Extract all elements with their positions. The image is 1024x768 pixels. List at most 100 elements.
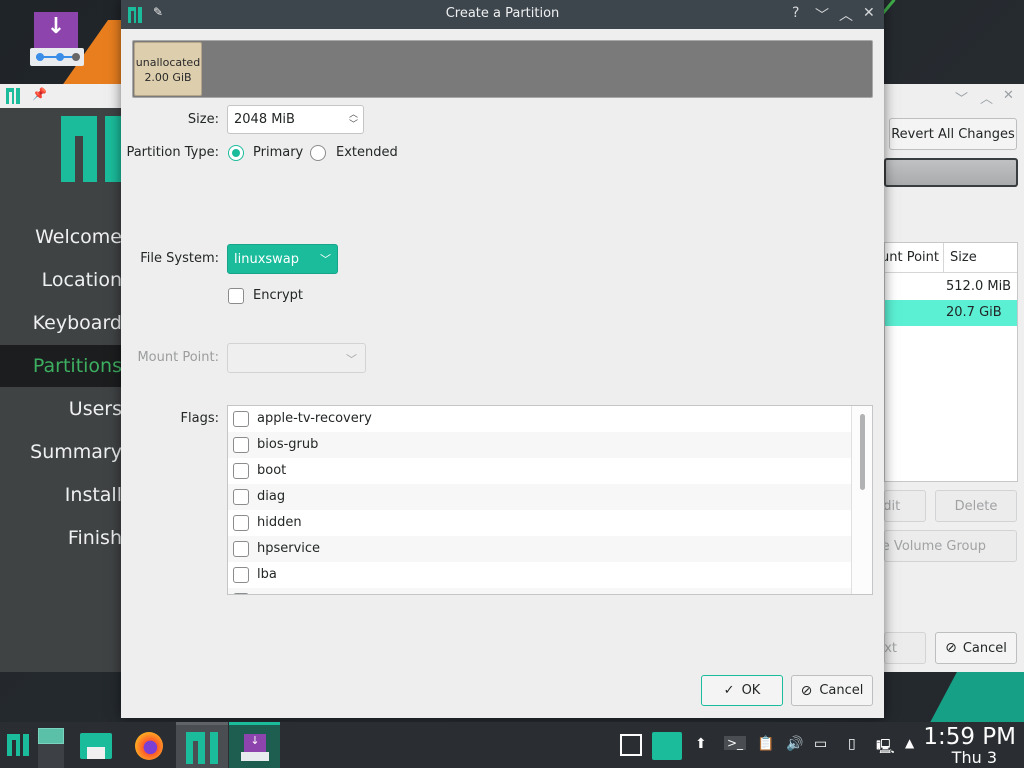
ok-button[interactable]: ✓ OK bbox=[701, 675, 783, 706]
pager-button[interactable] bbox=[38, 722, 64, 768]
flag-item[interactable]: hidden bbox=[228, 510, 851, 536]
flag-checkbox[interactable] bbox=[233, 437, 249, 453]
primary-label[interactable]: Primary bbox=[253, 145, 303, 160]
trash-icon[interactable] bbox=[652, 732, 682, 760]
flag-checkbox[interactable] bbox=[233, 593, 249, 594]
flag-item[interactable]: lba bbox=[228, 562, 851, 588]
disk-partition-bar: unallocated 2.00 GiB bbox=[132, 40, 873, 98]
spin-up-icon[interactable]: ︿ bbox=[349, 111, 358, 120]
taskbar: ↓ ⬆ >_ 📋 🔊 ▭ ▯ 🖳 ▲ 1:59 PM Thu 3 bbox=[0, 722, 1024, 768]
battery-icon[interactable]: ▭ bbox=[814, 736, 827, 752]
file-system-label: File System: bbox=[140, 251, 219, 266]
dialog-titlebar[interactable]: ✎ Create a Partition ? ﹀ ︿ ✕ bbox=[121, 0, 884, 29]
network-icon[interactable]: 🖳 bbox=[876, 736, 895, 760]
taskbar-create-partition-window[interactable]: ↓ bbox=[229, 722, 280, 768]
sidebar-item-finish: Finish bbox=[67, 527, 122, 549]
chevron-down-icon: ﹀ bbox=[346, 353, 357, 366]
installer-cancel-button[interactable]: ⊘ Cancel bbox=[935, 632, 1017, 664]
flag-item[interactable]: hpservice bbox=[228, 536, 851, 562]
flag-item[interactable]: boot bbox=[228, 458, 851, 484]
help-icon[interactable]: ? bbox=[792, 5, 799, 21]
firefox-icon[interactable] bbox=[133, 722, 165, 768]
sidebar-item-partitions: Partitions bbox=[0, 345, 122, 387]
flag-item[interactable]: bios-grub bbox=[228, 432, 851, 458]
pin-icon[interactable]: 📌 bbox=[32, 87, 47, 101]
partition-type-label: Partition Type: bbox=[126, 145, 219, 160]
flag-checkbox[interactable] bbox=[233, 463, 249, 479]
date[interactable]: Thu 3 bbox=[952, 748, 997, 767]
flag-checkbox[interactable] bbox=[233, 515, 249, 531]
cancel-button[interactable]: ⊘ Cancel bbox=[791, 675, 873, 706]
flags-list[interactable]: apple-tv-recovery bios-grub boot diag hi… bbox=[227, 405, 873, 595]
sidebar-item-users: Users bbox=[68, 398, 122, 420]
sidebar-item-summary: Summary bbox=[30, 441, 122, 463]
mount-point-dropdown: ﹀ bbox=[227, 343, 366, 373]
size-label: Size: bbox=[187, 112, 219, 127]
spin-down-icon[interactable]: ﹀ bbox=[349, 121, 358, 130]
show-hidden-icons-icon[interactable]: ▲ bbox=[905, 736, 914, 750]
cell-size: 512.0 MiB bbox=[946, 279, 1012, 294]
cell-size: 20.7 GiB bbox=[946, 305, 1002, 320]
terminal-icon[interactable]: >_ bbox=[724, 736, 747, 750]
unallocated-segment[interactable]: unallocated 2.00 GiB bbox=[134, 42, 202, 96]
delete-button: Delete bbox=[935, 490, 1017, 522]
close-icon[interactable]: ✕ bbox=[863, 5, 875, 21]
clipboard-icon[interactable]: 📋 bbox=[757, 736, 774, 752]
extended-label[interactable]: Extended bbox=[336, 145, 398, 160]
disk-usage-bar bbox=[884, 158, 1018, 187]
removable-devices-icon[interactable]: ▯ bbox=[848, 736, 856, 752]
mount-point-label: Mount Point: bbox=[137, 350, 219, 365]
flag-checkbox[interactable] bbox=[233, 411, 249, 427]
encrypt-checkbox[interactable] bbox=[228, 288, 244, 304]
sidebar-item-keyboard: Keyboard bbox=[32, 312, 122, 334]
table-row[interactable]: 512.0 MiB bbox=[885, 274, 1017, 300]
extended-radio[interactable] bbox=[310, 145, 326, 161]
cancel-icon: ⊘ bbox=[800, 682, 813, 699]
revert-all-changes-button[interactable]: Revert All Changes bbox=[889, 118, 1017, 150]
update-notifier-icon[interactable]: ⬆ bbox=[695, 736, 707, 752]
flag-item[interactable]: apple-tv-recovery bbox=[228, 406, 851, 432]
minimize-icon[interactable]: ﹀ bbox=[955, 88, 968, 107]
sidebar-item-install: Install bbox=[64, 484, 122, 506]
close-icon[interactable]: ✕ bbox=[1003, 88, 1014, 103]
encrypt-label[interactable]: Encrypt bbox=[253, 288, 303, 303]
column-header-size[interactable]: Size bbox=[943, 243, 1017, 273]
maximize-icon[interactable]: ︿ bbox=[980, 88, 993, 107]
flag-checkbox[interactable] bbox=[233, 489, 249, 505]
edit-button: Edit bbox=[884, 490, 926, 522]
remove-volume-group-button: Remove Volume Group bbox=[884, 530, 1017, 562]
sidebar-item-welcome: Welcome bbox=[35, 226, 122, 248]
table-row-selected[interactable]: 20.7 GiB bbox=[885, 300, 1017, 326]
file-manager-icon[interactable] bbox=[80, 722, 112, 768]
taskbar-installer-window[interactable] bbox=[176, 722, 228, 768]
volume-icon[interactable]: 🔊 bbox=[786, 736, 803, 752]
manjaro-logo bbox=[61, 116, 125, 182]
column-header-mount-point[interactable]: Mount Point bbox=[885, 243, 943, 273]
minimize-icon[interactable]: ﹀ bbox=[815, 5, 829, 25]
scrollbar-thumb[interactable] bbox=[860, 414, 865, 490]
sidebar-item-location: Location bbox=[41, 269, 122, 291]
cancel-icon: ⊘ bbox=[945, 640, 957, 656]
flag-item-partial[interactable] bbox=[228, 588, 851, 594]
maximize-icon[interactable]: ︿ bbox=[839, 5, 853, 25]
next-button: Next bbox=[884, 632, 926, 664]
installer-sidebar: Welcome Location Keyboard Partitions Use… bbox=[0, 108, 125, 672]
flags-scrollbar[interactable] bbox=[851, 406, 872, 594]
primary-radio[interactable] bbox=[228, 145, 244, 161]
application-menu-button[interactable] bbox=[5, 722, 31, 768]
show-desktop-icon[interactable] bbox=[620, 734, 642, 756]
partition-table[interactable]: Mount Point Size 512.0 MiB 20.7 GiB bbox=[884, 242, 1018, 482]
manjaro-app-icon bbox=[6, 88, 20, 104]
flag-checkbox[interactable] bbox=[233, 541, 249, 557]
create-partition-dialog: ✎ Create a Partition ? ﹀ ︿ ✕ unallocated… bbox=[121, 0, 884, 718]
flag-checkbox[interactable] bbox=[233, 567, 249, 583]
flag-item[interactable]: diag bbox=[228, 484, 851, 510]
flags-label: Flags: bbox=[180, 411, 219, 426]
clock[interactable]: 1:59 PM bbox=[923, 724, 1016, 750]
chevron-down-icon: ﹀ bbox=[320, 253, 331, 266]
check-icon: ✓ bbox=[723, 683, 735, 698]
file-system-dropdown[interactable]: linuxswap ﹀ bbox=[227, 244, 338, 274]
dialog-title: Create a Partition bbox=[445, 6, 560, 21]
desktop-installer-icon[interactable]: ↓ bbox=[30, 12, 84, 68]
size-spinbox[interactable]: 2048 MiB ︿ ﹀ bbox=[227, 105, 364, 134]
